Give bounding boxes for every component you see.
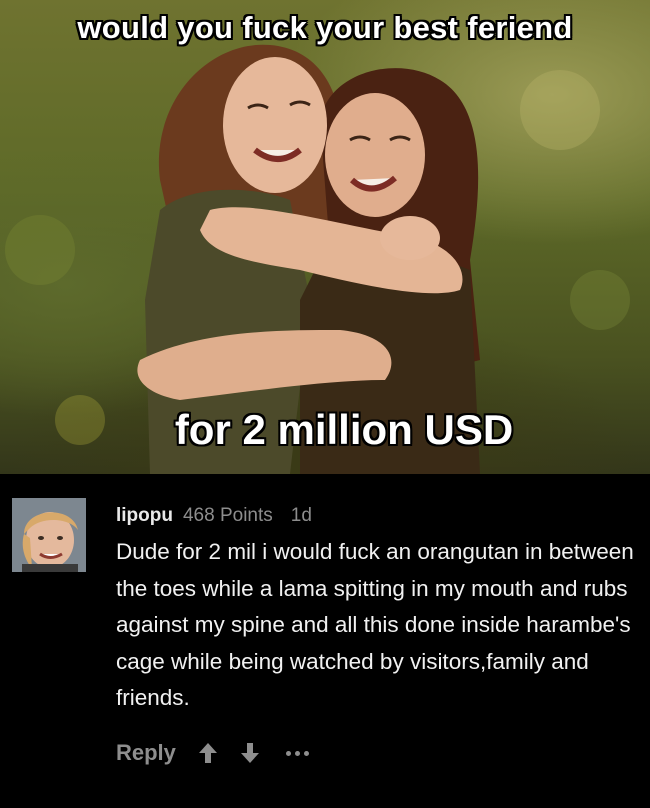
- comment-actions: Reply: [116, 736, 309, 770]
- reply-button[interactable]: Reply: [116, 740, 176, 766]
- comment-meta: lipopu 468 Points 1d: [116, 505, 312, 527]
- dot: [294, 750, 300, 756]
- meme-image: would you fuck your best feriend for 2 m…: [0, 0, 650, 474]
- arrow-down-icon[interactable]: [240, 742, 260, 764]
- avatar[interactable]: [12, 498, 86, 572]
- meme-caption-bottom: for 2 million USD: [174, 406, 514, 453]
- comment-age: 1d: [290, 505, 312, 526]
- comment: lipopu 468 Points 1d Dude for 2 mil i woul…: [0, 474, 650, 808]
- dot: [303, 750, 309, 756]
- comment-body: Dude for 2 mil i would fuck an orangutan…: [116, 539, 634, 710]
- avatar-photo: [12, 498, 86, 572]
- more-dots-icon[interactable]: [285, 742, 309, 764]
- comment-username[interactable]: lipopu: [116, 505, 173, 526]
- arrow-up-icon[interactable]: [198, 742, 218, 764]
- photo-two-women-hugging: [5, 44, 630, 474]
- dot: [285, 750, 291, 756]
- comment-points: 468 Points: [182, 505, 273, 526]
- meme-caption-top: would you fuck your best feriend: [77, 10, 573, 45]
